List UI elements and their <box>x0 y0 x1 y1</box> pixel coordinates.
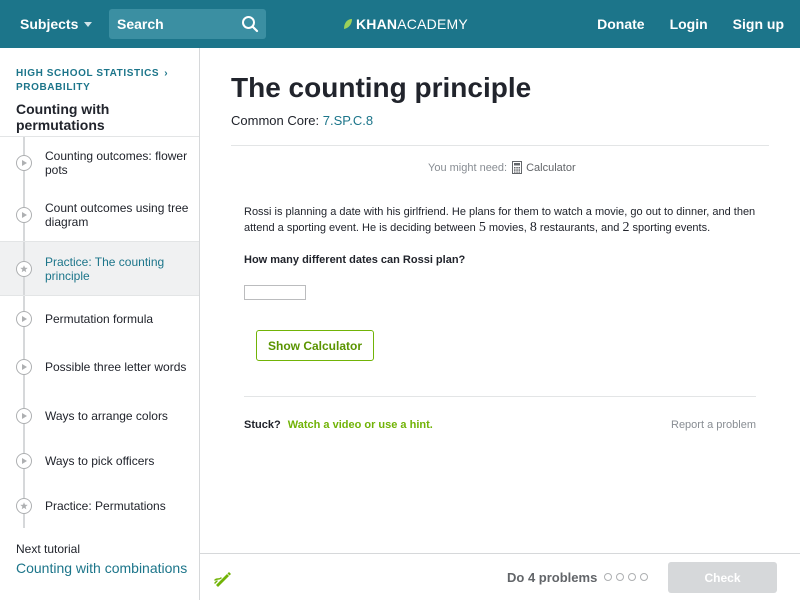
question-text: How many different dates can Rossi plan? <box>244 254 466 266</box>
signup-link[interactable]: Sign up <box>733 16 784 32</box>
play-icon <box>16 452 32 469</box>
report-problem-link[interactable]: Report a problem <box>671 419 756 431</box>
calculator-label: Calculator <box>526 161 576 174</box>
sidebar-item-label: Permutation formula <box>45 311 154 326</box>
search-input[interactable] <box>109 16 229 32</box>
chevron-right-icon: › <box>164 68 169 79</box>
play-icon <box>16 310 32 327</box>
star-icon <box>16 497 32 514</box>
progress-dot <box>628 573 636 581</box>
hint-link[interactable]: Watch a video or use a hint. <box>288 419 433 431</box>
divider <box>231 145 769 146</box>
progress-dot <box>616 573 624 581</box>
donate-link[interactable]: Donate <box>597 16 644 32</box>
header-links: Donate Login Sign up <box>572 0 784 48</box>
problem-text: movies, <box>485 222 530 234</box>
exercise-main: The counting principle Common Core: 7.SP… <box>200 48 800 553</box>
progress-dot <box>640 573 648 581</box>
breadcrumb-unit[interactable]: PROBABILITY <box>16 82 90 93</box>
page-title: The counting principle <box>231 72 532 103</box>
calculator-link[interactable]: Calculator <box>512 161 576 174</box>
stuck-section: Stuck? Watch a video or use a hint. <box>244 419 433 431</box>
play-icon <box>16 155 32 171</box>
play-icon <box>16 359 32 375</box>
sidebar-item-practice-permutations[interactable]: Practice: Permutations <box>0 483 199 528</box>
sidebar-item-label: Practice: Permutations <box>45 498 166 513</box>
show-calculator-button[interactable]: Show Calculator <box>256 330 374 361</box>
sidebar-item-label: Counting outcomes: flower pots <box>45 149 188 177</box>
sidebar-item-pick-officers[interactable]: Ways to pick officers <box>0 438 199 483</box>
scratchpad-pencil-icon[interactable] <box>213 568 233 588</box>
problem-text: restaurants, and <box>536 222 623 234</box>
sidebar-item-practice-counting-principle[interactable]: Practice: The counting principle <box>0 241 199 296</box>
sidebar-item-label: Practice: The counting principle <box>45 254 165 283</box>
common-core-standard: Common Core: 7.SP.C.8 <box>231 113 373 128</box>
tutorial-item-list: Counting outcomes: flower pots Count out… <box>0 136 199 528</box>
khan-academy-logo[interactable]: KHAN ACADEMY <box>343 14 468 34</box>
play-icon <box>16 407 32 424</box>
sidebar-item-three-letter-words[interactable]: Possible three letter words <box>0 341 199 393</box>
next-tutorial-label: Next tutorial <box>16 542 81 556</box>
search-icon[interactable] <box>241 15 259 33</box>
sidebar-item-label: Possible three letter words <box>45 360 187 374</box>
subjects-menu[interactable]: Subjects <box>20 0 93 48</box>
top-navbar: Subjects KHANACADEMY Donate Login Sign u… <box>0 0 800 48</box>
login-link[interactable]: Login <box>670 16 708 32</box>
divider <box>244 396 756 397</box>
progress-dot <box>604 573 612 581</box>
breadcrumb-course[interactable]: HIGH SCHOOL STATISTICS <box>16 68 159 79</box>
tutorial-title: Counting with permutations <box>16 101 110 133</box>
caret-down-icon <box>84 21 93 27</box>
num-movies: 5 <box>478 220 486 235</box>
sidebar-item-label: Ways to pick officers <box>45 453 155 468</box>
leaf-logo-icon <box>344 19 352 29</box>
sidebar-item-label: Ways to arrange colors <box>45 408 168 423</box>
sidebar-item-permutation-formula[interactable]: Permutation formula <box>0 296 199 341</box>
tutorial-sidebar: HIGH SCHOOL STATISTICS › PROBABILITY Coun… <box>0 48 200 600</box>
answer-input[interactable] <box>244 285 306 300</box>
subjects-label: Subjects <box>20 16 79 32</box>
num-restaurants: 8 <box>529 220 537 235</box>
logo-khan-text: KHAN <box>356 16 398 32</box>
sidebar-item-tree-diagram[interactable]: Count outcomes using tree diagram <box>0 189 199 241</box>
next-tutorial-link[interactable]: Counting with combinations <box>16 560 187 576</box>
calculator-icon <box>512 161 523 174</box>
sidebar-item-label: Count outcomes using tree diagram <box>45 201 189 229</box>
breadcrumb: HIGH SCHOOL STATISTICS › PROBABILITY <box>16 67 186 95</box>
logo-academy-text: ACADEMY <box>397 16 468 32</box>
check-button[interactable]: Check <box>668 562 777 593</box>
exercise-footer: Do 4 problems Check <box>200 553 800 600</box>
stuck-label: Stuck? <box>244 419 281 431</box>
common-core-label: Common Core: <box>231 113 320 128</box>
search-box[interactable] <box>109 9 266 39</box>
tools-needed: You might need: Calculator <box>428 161 576 174</box>
common-core-link[interactable]: 7.SP.C.8 <box>323 113 373 128</box>
star-icon <box>16 260 32 277</box>
problem-count-label: Do 4 problems <box>507 570 598 585</box>
play-icon <box>16 207 32 223</box>
progress-dots <box>604 573 652 581</box>
sidebar-item-arrange-colors[interactable]: Ways to arrange colors <box>0 393 199 438</box>
next-tutorial: Next tutorial Counting with combinations <box>16 542 187 576</box>
problem-statement: Rossi is planning a date with his girlfr… <box>244 205 774 236</box>
might-need-label: You might need: <box>428 161 508 174</box>
problem-text: sporting events. <box>629 222 711 234</box>
sidebar-item-counting-outcomes[interactable]: Counting outcomes: flower pots <box>0 137 199 189</box>
